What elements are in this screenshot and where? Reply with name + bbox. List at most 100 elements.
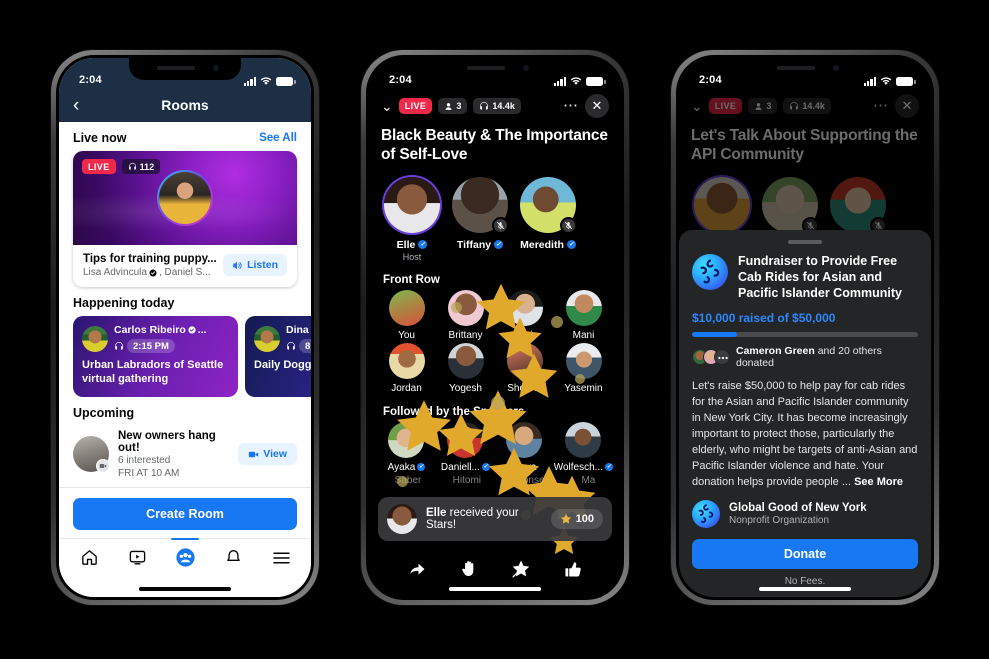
phone-1: 2:04 ‹ Rooms Live now See All LIVE 112 T… (51, 50, 319, 605)
followed-item[interactable]: Wolfesch... (554, 421, 613, 473)
upcoming-item-title: New owners hang out! (118, 429, 216, 454)
followed-name: Maya (512, 461, 537, 473)
speaker-item[interactable]: Tiffany (451, 176, 509, 262)
live-room-hosts: Lisa Advincula , Daniel S... (83, 267, 217, 278)
host-name-1: Lisa Advincula (83, 267, 147, 279)
groups-icon (175, 548, 195, 567)
star-icon (512, 560, 530, 578)
live-room-title: Tips for training puppy... (83, 253, 217, 265)
happening-today-header: Happening today (59, 287, 311, 316)
followed-item[interactable]: Maya (495, 421, 554, 473)
room-title: Black Beauty & The Importance of Self-Lo… (381, 127, 608, 163)
event-host-label: Carlos Ribeiro (114, 324, 186, 337)
verified-badge-icon (417, 463, 426, 472)
muted-icon (560, 216, 577, 234)
home-indicator (759, 587, 851, 591)
raise-hand-button[interactable] (456, 557, 482, 581)
see-more-link[interactable]: See More (854, 476, 903, 488)
avatar (506, 421, 543, 458)
wifi-icon (880, 77, 892, 85)
tab-menu[interactable] (264, 545, 298, 571)
speaker-name-label: Elle (396, 238, 416, 251)
front-row-item[interactable]: Yasemin (554, 342, 613, 394)
speaker-count-badge: 3 (438, 98, 468, 114)
donate-button[interactable]: Donate (692, 538, 918, 569)
event-host-row: Dina T 8:3 (254, 324, 311, 354)
send-star-button[interactable] (508, 557, 534, 581)
sheet-grabber[interactable] (788, 240, 822, 244)
front-row-name: Yasemin (564, 382, 603, 394)
tab-notifications[interactable] (216, 545, 250, 571)
more-dots-icon[interactable]: ⋯ (563, 98, 579, 113)
chevron-down-icon[interactable]: ⌄ (381, 99, 393, 113)
avatar (388, 342, 425, 379)
front-row-item[interactable]: Brittany (436, 289, 495, 341)
chevron-down-icon[interactable]: ⌄ (691, 99, 703, 113)
close-icon[interactable]: ✕ (895, 94, 919, 118)
speaker-name: Tiffany (451, 239, 509, 251)
menu-icon (272, 552, 290, 564)
followed-item[interactable]: Daniell... (436, 421, 495, 473)
front-row-item[interactable]: Yogesh (436, 342, 495, 394)
listener-count: 14.4k (492, 101, 515, 111)
front-row-item[interactable]: Mei (495, 289, 554, 341)
happening-today-carousel[interactable]: Carlos Ribeiro ... 2:15 PM Urban Labrado… (59, 316, 311, 397)
share-button[interactable] (404, 557, 430, 581)
avatar (565, 421, 602, 458)
avatar (82, 325, 108, 352)
donor-facepile (692, 348, 730, 365)
notch (749, 58, 861, 80)
hidden-name: Ma (581, 474, 596, 486)
upcoming-title: Upcoming (73, 405, 135, 420)
create-room-button[interactable]: Create Room (73, 497, 297, 530)
upcoming-item[interactable]: New owners hang out! 6 interested FRI AT… (59, 426, 311, 487)
notch (129, 58, 241, 80)
live-room-media: LIVE 112 (73, 151, 297, 245)
phone-2-screen: 2:04 ⌄ LIVE 3 14.4k ⋯ ✕ Black Beauty & T… (369, 58, 621, 597)
speaker-item[interactable]: Elle Host (383, 176, 441, 262)
event-host-name: Dina T (286, 324, 311, 336)
event-time-row: 2:15 PM (114, 339, 207, 354)
headphones-icon (115, 342, 123, 350)
upcoming-interested: 6 interested (118, 455, 171, 467)
video-badge-icon (96, 459, 110, 474)
watch-icon (129, 551, 145, 565)
see-all-link[interactable]: See All (259, 132, 297, 144)
battery-icon (586, 77, 606, 86)
avatar (452, 176, 509, 234)
tab-home[interactable] (72, 545, 106, 571)
organization-name: Global Good of New York (729, 501, 867, 514)
live-room-card[interactable]: LIVE 112 Tips for training puppy... Lisa… (73, 151, 297, 288)
front-row-item[interactable]: Sheena (495, 342, 554, 394)
front-row-item[interactable]: You (377, 289, 436, 341)
followed-name: Ayaka (377, 462, 436, 473)
verified-badge-icon (605, 463, 613, 472)
event-card[interactable]: Carlos Ribeiro ... 2:15 PM Urban Labrado… (73, 316, 238, 397)
followed-name: Wolfesch... (554, 462, 613, 473)
listen-button[interactable]: Listen (223, 254, 287, 277)
organization-row[interactable]: Global Good of New York Nonprofit Organi… (692, 499, 918, 528)
event-card[interactable]: Dina T 8:3 D (245, 316, 311, 397)
tab-watch[interactable] (120, 545, 154, 571)
event-description: Urban Labradors of Seattle virtual gathe… (82, 359, 224, 386)
headphones-icon (287, 342, 295, 350)
front-row-item[interactable]: Mani (554, 289, 613, 341)
tab-groups[interactable] (168, 537, 202, 571)
avatar (388, 421, 425, 458)
room-header: ⌄ LIVE 3 14.4k ⋯ ✕ (369, 88, 621, 120)
close-icon[interactable]: ✕ (585, 94, 609, 118)
live-badges: LIVE 112 (82, 159, 161, 174)
phone-1-bezel: 2:04 ‹ Rooms Live now See All LIVE 112 T… (56, 55, 314, 600)
speaker-count: 3 (766, 101, 772, 111)
followed-item[interactable]: Ayaka (377, 421, 436, 473)
no-fees-label: No Fees. (784, 575, 826, 587)
stars-toast[interactable]: Elle received your Stars! 100 (378, 497, 612, 541)
more-dots-icon[interactable]: ⋯ (873, 98, 889, 113)
phone-2: 2:04 ⌄ LIVE 3 14.4k ⋯ ✕ Black Beauty & T… (361, 50, 629, 605)
front-row-item[interactable]: Jordan (377, 342, 436, 394)
like-button[interactable] (560, 557, 586, 581)
listener-count-badge: 14.4k (473, 98, 521, 114)
host-name-2: , Daniel S... (158, 267, 211, 279)
speaker-item[interactable]: Meredith (519, 176, 577, 262)
view-button[interactable]: View (238, 443, 297, 466)
